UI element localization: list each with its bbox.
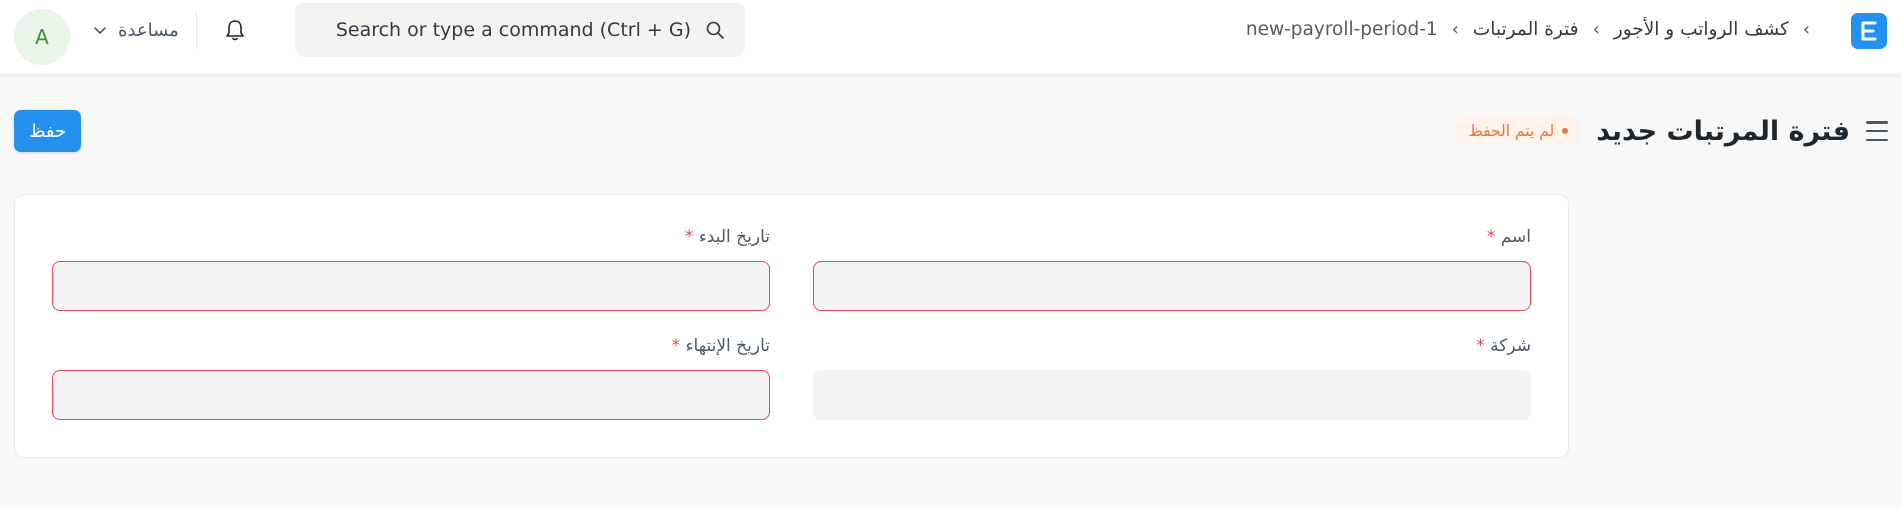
search-bar[interactable]: Search or type a command (Ctrl + G) <box>295 3 745 57</box>
start-date-input[interactable] <box>52 261 770 311</box>
save-button[interactable]: حفظ <box>14 110 81 152</box>
name-input[interactable] <box>813 261 1531 311</box>
breadcrumb-separator: › <box>1802 18 1810 40</box>
company-field-group: شركة * <box>813 336 1531 420</box>
help-dropdown[interactable]: مساعدة <box>92 17 179 43</box>
navbar: A مساعدة Search or type a command (Ctrl … <box>0 0 1902 75</box>
sidebar-toggle-icon[interactable] <box>1866 121 1888 141</box>
search-icon <box>706 21 724 39</box>
status-text: لم يتم الحفظ <box>1468 122 1555 140</box>
start-date-field-group: تاريخ البدء * <box>52 227 770 311</box>
avatar-initial: A <box>35 25 49 49</box>
breadcrumb-item-payroll[interactable]: كشف الرواتب و الأجور <box>1614 19 1789 40</box>
company-label: شركة * <box>1476 336 1531 356</box>
app-logo[interactable]: E <box>1851 13 1887 49</box>
user-avatar[interactable]: A <box>14 9 70 65</box>
breadcrumb-separator: › <box>1451 18 1459 40</box>
name-label: اسم * <box>1486 227 1531 247</box>
help-label: مساعدة <box>118 19 179 41</box>
chevron-down-icon <box>94 27 106 34</box>
notifications-button[interactable] <box>222 16 248 44</box>
breadcrumb: › كشف الرواتب و الأجور › فترة المرتبات ›… <box>1246 14 1810 44</box>
company-input[interactable] <box>813 370 1531 420</box>
breadcrumb-item-current: new-payroll-period-1 <box>1245 18 1438 40</box>
breadcrumb-separator: › <box>1592 18 1600 40</box>
page-title: فترة المرتبات جديد <box>1596 115 1850 147</box>
end-date-label: تاريخ الإنتهاء * <box>671 336 770 356</box>
bell-icon <box>226 20 244 41</box>
breadcrumb-item-payroll-period[interactable]: فترة المرتبات <box>1473 19 1579 40</box>
navbar-divider <box>196 11 197 49</box>
start-date-label: تاريخ البدء * <box>684 227 770 247</box>
form-card: اسم * شركة * تاريخ البدء * تاريخ الإنتها… <box>14 194 1569 458</box>
end-date-input[interactable] <box>52 370 770 420</box>
status-badge: لم يتم الحفظ <box>1456 116 1581 146</box>
erpnext-logo-icon <box>1861 21 1877 41</box>
name-field-group: اسم * <box>813 227 1531 311</box>
page-head: فترة المرتبات جديد لم يتم الحفظ <box>1456 110 1888 152</box>
end-date-field-group: تاريخ الإنتهاء * <box>52 336 770 420</box>
status-dot-icon <box>1562 128 1569 134</box>
search-placeholder: Search or type a command (Ctrl + G) <box>335 19 691 41</box>
